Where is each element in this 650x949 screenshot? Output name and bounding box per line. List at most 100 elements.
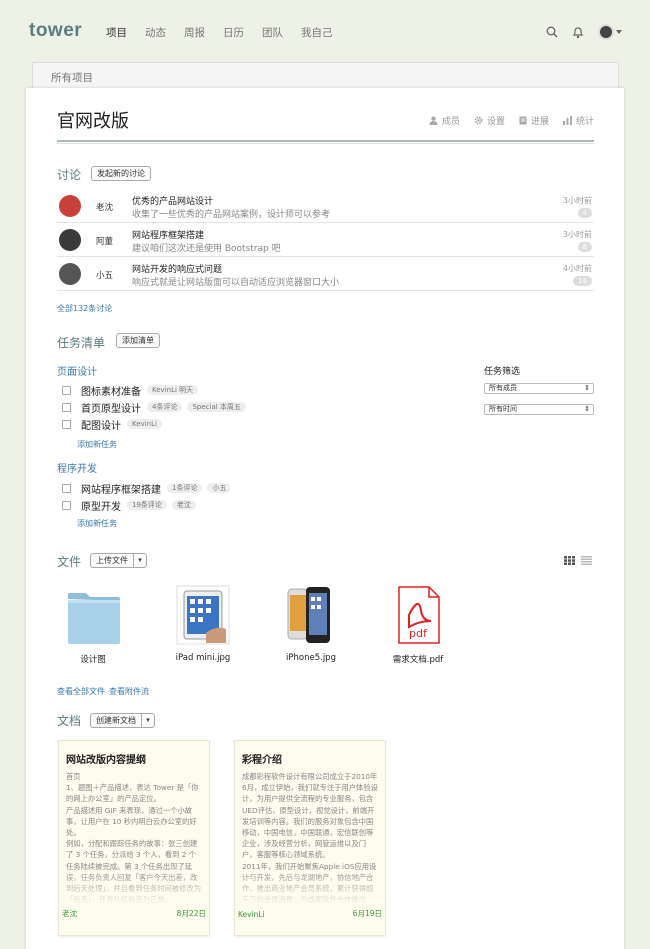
bar-chart-icon — [562, 116, 572, 125]
caret-down-icon[interactable]: ▾ — [134, 554, 146, 567]
task-tag: KevinLi — [127, 419, 162, 429]
tasks-title: 任务清单 — [57, 336, 106, 350]
doc-fade — [235, 871, 385, 907]
task-checkbox[interactable] — [62, 419, 71, 429]
project-card: 官网改版 成员 设置 进展 统计 讨论 发起新的讨论 老沈 优秀的产品网站设计 … — [26, 88, 624, 949]
file-item[interactable]: 设计图 — [53, 585, 133, 665]
task-name[interactable]: 原型开发 — [81, 498, 121, 513]
add-task-link[interactable]: 添加新任务 — [77, 518, 117, 529]
task-filter-title: 任务筛选 — [484, 367, 521, 377]
avatar — [59, 263, 81, 285]
user-icon — [429, 116, 438, 125]
file-item[interactable]: iPad mini.jpg — [163, 585, 243, 663]
breadcrumb: 所有项目 — [32, 62, 619, 90]
upload-file-button[interactable]: 上传文件 ▾ — [90, 553, 147, 568]
members-button[interactable]: 成员 — [429, 114, 460, 127]
task-item: 原型开发 19条评论 老沈 — [62, 498, 201, 513]
time-filter-select[interactable]: 所有时间 ⇕ — [484, 404, 594, 415]
task-checkbox[interactable] — [62, 500, 71, 510]
user-menu[interactable] — [598, 24, 622, 40]
create-doc-button[interactable]: 创建新文档 ▾ — [90, 713, 155, 728]
project-actions: 成员 设置 进展 统计 — [429, 114, 594, 127]
caret-down-icon[interactable]: ▾ — [142, 714, 154, 727]
search-icon[interactable] — [546, 26, 558, 38]
task-tag: Special 本周五 — [187, 402, 246, 412]
file-item[interactable]: pdf 需求文档.pdf — [378, 585, 458, 665]
task-item: 图标素材准备 KevinLi 明天 — [62, 383, 203, 398]
nav-item-projects[interactable]: 项目 — [106, 25, 127, 40]
discussion-row[interactable]: 小五 网站开发的响应式问题 响应式就是让网站版面可以自动适应浏览器窗口大小 4小… — [57, 258, 594, 291]
task-item: 网站程序框架搭建 1条评论 小五 — [62, 481, 236, 496]
caret-down-icon — [616, 30, 622, 34]
settings-button[interactable]: 设置 — [474, 114, 505, 127]
nav-item-me[interactable]: 我自己 — [301, 25, 333, 40]
doc-title: 网站改版内容提纲 — [66, 755, 146, 766]
doc-fade — [59, 871, 209, 907]
add-list-button[interactable]: 添加清单 — [116, 333, 160, 348]
new-discussion-button[interactable]: 发起新的讨论 — [91, 166, 151, 181]
task-name[interactable]: 首页原型设计 — [81, 400, 141, 415]
task-checkbox[interactable] — [62, 385, 71, 395]
discussion-title[interactable]: 网站开发的响应式问题 — [132, 262, 222, 275]
comment-count-badge: 8 — [577, 242, 592, 252]
pdf-label: pdf — [409, 627, 428, 640]
file-name: iPad mini.jpg — [175, 653, 231, 663]
progress-button[interactable]: 进展 — [519, 114, 549, 127]
discussion-author: 小五 — [96, 271, 114, 281]
task-tag: 1条评论 — [167, 483, 203, 493]
task-name[interactable]: 网站程序框架搭建 — [81, 481, 161, 496]
document-icon — [519, 116, 527, 125]
top-icons — [546, 24, 622, 40]
nav-item-calendar[interactable]: 日历 — [223, 25, 244, 40]
task-item: 配图设计 KevinLi — [62, 417, 167, 432]
discussion-time: 3小时前 — [562, 196, 592, 205]
task-checkbox[interactable] — [62, 483, 71, 493]
discussion-preview: 响应式就是让网站版面可以自动适应浏览器窗口大小 — [132, 278, 340, 288]
nav-item-weekly[interactable]: 周报 — [184, 25, 205, 40]
doc-date: 8月22日 — [176, 909, 206, 918]
file-item[interactable]: iPhone5.jpg — [271, 585, 351, 663]
task-item: 首页原型设计 4条评论 Special 本周五 — [62, 400, 251, 415]
task-tag: 19条评论 — [127, 500, 167, 510]
doc-author: 老沈 — [62, 909, 77, 918]
bell-icon[interactable] — [572, 26, 584, 39]
discussion-title[interactable]: 优秀的产品网站设计 — [132, 194, 213, 207]
doc-card[interactable]: 彩程介绍 成都彩程软件设计有限公司成立于2010年6月，成立伊始，我们就专注于用… — [234, 740, 386, 936]
doc-title: 彩程介绍 — [242, 755, 282, 766]
add-task-link[interactable]: 添加新任务 — [77, 439, 117, 450]
doc-author: KevinLi — [238, 910, 265, 919]
updown-arrow-icon: ⇕ — [584, 405, 590, 413]
pdf-icon: pdf — [391, 585, 445, 645]
view-attachments-link[interactable]: 查看附件流 — [109, 686, 149, 697]
task-group-title[interactable]: 页面设计 — [57, 363, 97, 378]
top-bar: tower 项目 动态 周报 日历 团队 我自己 — [0, 0, 650, 60]
task-checkbox[interactable] — [62, 402, 71, 412]
discussion-row[interactable]: 老沈 优秀的产品网站设计 收集了一些优秀的产品网站案例，设计师可以参考 3小时前… — [57, 190, 594, 223]
breadcrumb-all-projects[interactable]: 所有项目 — [51, 70, 93, 85]
avatar — [59, 195, 81, 217]
image-thumbnail — [176, 585, 230, 645]
nav-item-activity[interactable]: 动态 — [145, 25, 166, 40]
doc-date: 6月19日 — [352, 909, 382, 918]
file-name: iPhone5.jpg — [286, 653, 336, 663]
view-all-files-link[interactable]: 查看全部文件 — [57, 686, 105, 697]
stats-button[interactable]: 统计 — [562, 114, 594, 127]
updown-arrow-icon: ⇕ — [584, 384, 590, 392]
task-group-title[interactable]: 程序开发 — [57, 460, 97, 475]
grid-view-icon[interactable] — [564, 556, 575, 565]
discussion-row[interactable]: 阿董 网站程序框架搭建 建议咱们这次还是使用 Bootstrap 吧 3小时前 … — [57, 224, 594, 257]
doc-card[interactable]: 网站改版内容提纲 首页 1、题图＋产品描述，表达 Tower 是「你的网上办公室… — [58, 740, 210, 936]
task-name[interactable]: 图标素材准备 — [81, 383, 141, 398]
all-discussions-link[interactable]: 全部132条讨论 — [57, 303, 112, 314]
task-name[interactable]: 配图设计 — [81, 417, 121, 432]
avatar — [598, 24, 614, 40]
nav-item-team[interactable]: 团队 — [262, 25, 283, 40]
task-tag: 老沈 — [171, 500, 196, 510]
comment-count-badge: 4 — [577, 208, 592, 218]
discussion-title[interactable]: 网站程序框架搭建 — [132, 228, 204, 241]
gear-icon — [474, 116, 483, 125]
logo[interactable]: tower — [29, 20, 82, 42]
task-tag: KevinLi 明天 — [147, 385, 199, 395]
member-filter-select[interactable]: 所有成员 ⇕ — [484, 383, 594, 394]
list-view-icon[interactable] — [581, 556, 592, 565]
